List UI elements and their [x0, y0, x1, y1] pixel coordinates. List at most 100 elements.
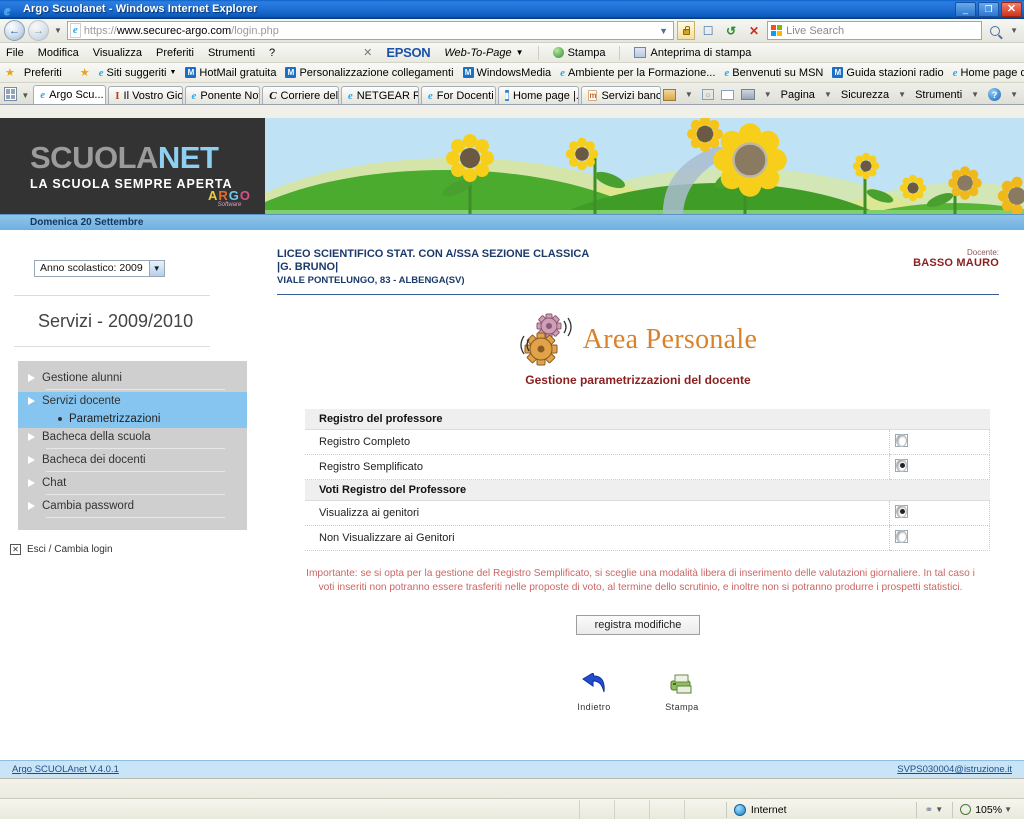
back-action[interactable]: Indietro [564, 672, 624, 712]
menu-item-strumenti[interactable]: Strumenti [208, 47, 255, 59]
favorites-label[interactable]: Preferiti [24, 67, 62, 79]
tab-list-caret-icon[interactable]: ▼ [19, 91, 31, 100]
sidebar-item-cambia-password[interactable]: Cambia password [18, 497, 247, 515]
search-caret-icon[interactable]: ▼ [1008, 26, 1020, 35]
radio-non-visualizzare-ai-genitori[interactable] [895, 530, 908, 543]
chevron-down-icon[interactable]: ▼ [822, 90, 834, 99]
epson-webtopage-button[interactable]: Web-To-Page ▼ [444, 47, 523, 59]
sidebar-item-gestione-alunni[interactable]: Gestione alunni [18, 369, 247, 387]
radio-registro-completo[interactable] [895, 434, 908, 447]
tab-corriere-della-sera[interactable]: C Corriere dell... [262, 86, 339, 104]
epson-print-button[interactable]: Stampa [552, 47, 605, 59]
chevron-down-icon[interactable]: ▼ [656, 26, 671, 36]
bullet-icon [58, 416, 62, 421]
chevron-down-icon[interactable]: ▼ [1008, 90, 1020, 99]
zoom-level[interactable]: 105% [975, 804, 1002, 816]
tab-argo-scuolanet[interactable]: e Argo Scu... ✕ [33, 85, 107, 104]
print-action[interactable]: Stampa [652, 673, 712, 712]
table-row[interactable]: Non Visualizzare ai Genitori [305, 525, 990, 551]
search-go-icon[interactable] [985, 21, 1005, 40]
favorite-item-ambiente-formazione[interactable]: e Ambiente per la Formazione... [560, 67, 715, 79]
quick-tabs-icon[interactable] [4, 87, 18, 101]
option-radio-cell[interactable] [889, 429, 990, 455]
save-button[interactable]: registra modifiche [575, 615, 701, 635]
address-bar[interactable]: e https://www.securec-argo.com/login.php… [66, 21, 675, 40]
option-radio-cell[interactable] [889, 500, 990, 526]
zoom-icon[interactable] [960, 804, 972, 815]
favorite-item-siti-suggeriti[interactable]: e Siti suggeriti ▼ [99, 67, 177, 79]
table-row[interactable]: Visualizza ai genitori [305, 500, 990, 526]
home-icon[interactable] [662, 88, 676, 101]
maximize-button[interactable]: ❐ [978, 1, 999, 17]
epson-close-icon[interactable]: ✕ [363, 46, 372, 59]
favorite-item-hotmail[interactable]: M HotMail gratuita [185, 67, 276, 79]
chevron-down-icon[interactable]: ▼ [933, 805, 945, 814]
printer-svg [670, 674, 692, 694]
chevron-down-icon[interactable]: ▼ [1002, 805, 1014, 814]
radio-registro-semplificato[interactable] [895, 459, 908, 472]
command-sicurezza[interactable]: Sicurezza [841, 89, 889, 101]
menu-item-help[interactable]: ? [269, 47, 275, 59]
chevron-down-icon[interactable]: ▼ [969, 90, 981, 99]
add-favorite-icon[interactable]: ★ [80, 66, 90, 79]
sidebar-subitem-parametrizzazioni[interactable]: Parametrizzazioni [18, 409, 247, 428]
back-button[interactable]: ← [4, 20, 25, 41]
favorite-item-microsoft-home[interactable]: e Home page di Microsoft Win... [953, 67, 1024, 79]
favorite-item-personalizzazione[interactable]: M Personalizzazione collegamenti [285, 67, 454, 79]
menu-item-file[interactable]: File [6, 47, 24, 59]
sidebar-item-servizi-docente[interactable]: Servizi docente [18, 391, 247, 410]
chevron-down-icon[interactable]: ▼ [896, 90, 908, 99]
option-radio-cell[interactable] [889, 454, 990, 480]
tab-ponente-not[interactable]: e Ponente Not... [184, 86, 261, 104]
option-radio-cell[interactable] [889, 525, 990, 551]
command-strumenti[interactable]: Strumenti [915, 89, 962, 101]
sidebar-item-chat[interactable]: Chat [18, 474, 247, 492]
divider [277, 294, 999, 295]
radio-visualizza-ai-genitori[interactable] [895, 505, 908, 518]
main-content: LICEO SCIENTIFICO STAT. CON A/SSA SEZION… [265, 230, 1024, 778]
email-link[interactable]: SVPS030004@istruzione.it [897, 764, 1012, 775]
tab-servizi-bancari[interactable]: m Servizi banc... [581, 86, 661, 104]
print-caret-icon[interactable]: ▼ [762, 90, 774, 99]
table-row[interactable]: Registro Semplificato [305, 454, 990, 480]
refresh-icon[interactable]: ↺ [721, 21, 741, 40]
tab-netgear[interactable]: e NETGEAR R... [340, 86, 419, 104]
menu-item-modifica[interactable]: Modifica [38, 47, 79, 59]
favorite-item-msn[interactable]: e Benvenuti su MSN [724, 67, 823, 79]
favorite-item-windowsmedia[interactable]: M WindowsMedia [462, 67, 551, 79]
search-input[interactable]: Live Search [767, 21, 983, 40]
menu-item-visualizza[interactable]: Visualizza [93, 47, 142, 59]
compatibility-view-icon[interactable]: ☐ [698, 21, 718, 40]
favorite-item-guida-radio[interactable]: M Guida stazioni radio [832, 67, 944, 79]
sidebar-item-bacheca-dei-docenti[interactable]: Bacheca dei docenti [18, 451, 247, 469]
sidebar-item-bacheca-della-scuola[interactable]: Bacheca della scuola [18, 428, 247, 446]
mail-icon[interactable] [720, 89, 734, 100]
tab-il-vostro-gio[interactable]: I Il Vostro Gio... [108, 86, 183, 104]
tab-home-page[interactable]: ▮ Home page |... [497, 86, 580, 104]
teacher-name: BASSO MAURO [913, 257, 999, 269]
version-link[interactable]: Argo SCUOLAnet V.4.0.1 [12, 764, 119, 775]
help-icon[interactable]: ? [988, 88, 1002, 101]
forward-button[interactable]: → [28, 20, 49, 41]
epson-preview-button[interactable]: Anteprima di stampa [634, 47, 751, 59]
chevron-down-icon: ▼ [515, 48, 524, 57]
site-logo[interactable]: SCUOLANET LA SCUOLA SEMPRE APERTA ARGO S… [0, 118, 265, 214]
school-year-select[interactable]: Anno scolastico: 2009 ▼ [34, 259, 165, 277]
table-row[interactable]: Registro Completo [305, 429, 990, 455]
menu-item-preferiti[interactable]: Preferiti [156, 47, 194, 59]
sidebar-subitem-label: Parametrizzazioni [69, 412, 161, 425]
home-caret-icon[interactable]: ▼ [683, 90, 695, 99]
triangle-right-icon [28, 373, 35, 382]
feeds-icon[interactable]: ☼ [701, 89, 714, 100]
school-name-line1: LICEO SCIENTIFICO STAT. CON A/SSA SEZION… [277, 248, 590, 260]
command-pagina[interactable]: Pagina [781, 89, 815, 101]
lock-icon[interactable] [677, 21, 696, 40]
print-icon[interactable] [740, 89, 755, 100]
tab-for-docenti[interactable]: e For Docenti ... [420, 86, 496, 104]
stop-icon[interactable]: ✕ [744, 21, 764, 40]
logout-link[interactable]: ✕ Esci / Cambia login [0, 530, 265, 555]
protected-mode-icon[interactable]: ⚭ [924, 804, 933, 816]
minimize-button[interactable]: _ [955, 1, 976, 17]
history-caret-icon[interactable]: ▼ [52, 26, 64, 35]
close-button[interactable]: ✕ [1001, 1, 1022, 17]
